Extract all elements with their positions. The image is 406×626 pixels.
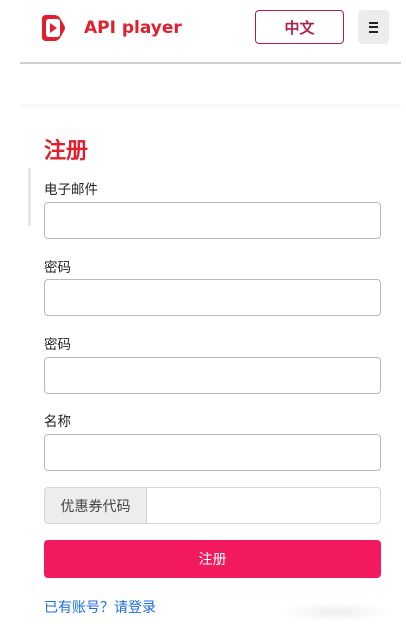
confirm-password-field[interactable]	[44, 357, 381, 394]
register-button[interactable]: 注册	[44, 540, 381, 578]
coupon-addon-label: 优惠券代码	[45, 488, 147, 523]
blurred-overlay	[280, 602, 390, 622]
scroll-indicator	[28, 168, 31, 226]
hamburger-menu-icon	[369, 21, 378, 33]
top-header: API player 中文	[0, 0, 406, 64]
header-divider	[20, 62, 401, 64]
email-field[interactable]	[44, 202, 381, 239]
menu-button[interactable]	[358, 10, 389, 44]
play-logo-icon[interactable]	[36, 12, 68, 44]
brand-name[interactable]: API player	[84, 18, 182, 38]
confirm-password-label: 密码	[44, 337, 71, 353]
password-label: 密码	[44, 260, 71, 276]
name-label: 名称	[44, 414, 71, 430]
coupon-field[interactable]	[147, 488, 380, 523]
password-field[interactable]	[44, 279, 381, 316]
page-title: 注册	[44, 139, 89, 164]
section-divider	[20, 104, 401, 112]
name-field[interactable]	[44, 434, 381, 471]
email-label: 电子邮件	[44, 182, 98, 198]
login-link[interactable]: 已有账号？请登录	[44, 597, 156, 617]
language-button[interactable]: 中文	[255, 10, 344, 44]
coupon-group: 优惠券代码	[44, 487, 381, 524]
